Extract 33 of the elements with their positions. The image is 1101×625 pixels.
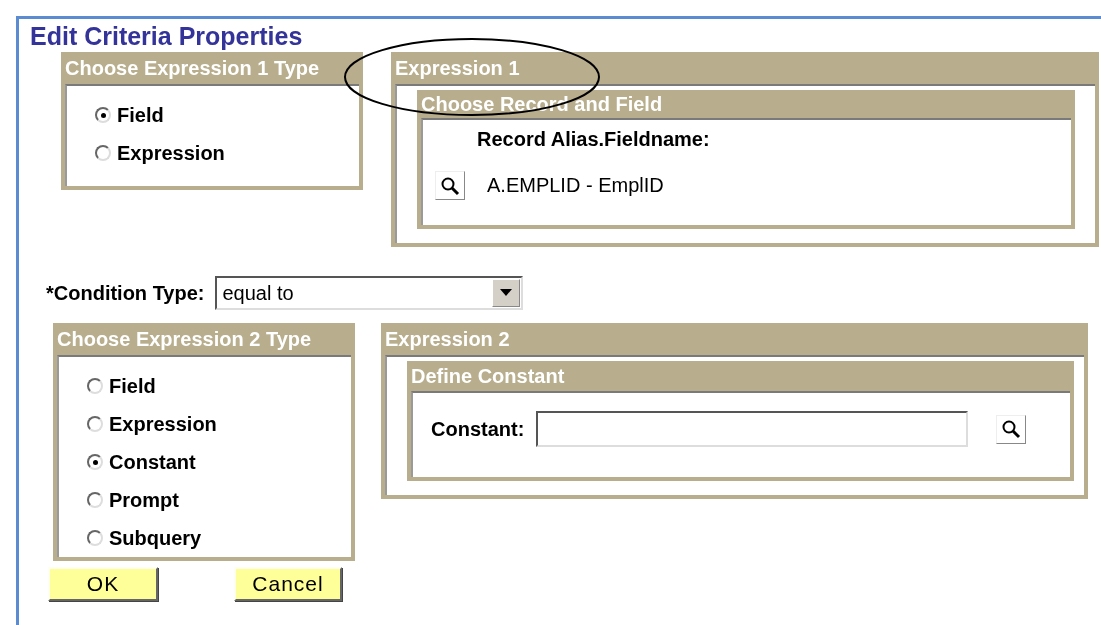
field-label: Record Alias.Fieldname: bbox=[477, 128, 710, 151]
lookup-button[interactable] bbox=[435, 171, 465, 200]
radio-label: Field bbox=[117, 103, 164, 127]
radio-button[interactable] bbox=[87, 492, 103, 508]
radio-label: Expression bbox=[117, 141, 225, 165]
page-title: Edit Criteria Properties bbox=[29, 21, 304, 51]
radio-button[interactable] bbox=[87, 378, 103, 394]
panel-title: Expression 1 bbox=[395, 56, 521, 81]
radio-button[interactable] bbox=[95, 145, 111, 161]
condition-label: *Condition Type: bbox=[46, 281, 205, 305]
condition-select[interactable]: equal to bbox=[214, 276, 523, 310]
radio-label: Constant bbox=[109, 450, 196, 474]
radio-button[interactable] bbox=[87, 530, 103, 546]
action-button[interactable]: Cancel bbox=[234, 567, 342, 601]
radio-button[interactable] bbox=[87, 416, 103, 432]
radio-label: Expression bbox=[109, 412, 217, 436]
radio-label: Field bbox=[109, 374, 156, 398]
action-button[interactable]: OK bbox=[48, 567, 158, 601]
panel-title: Choose Expression 1 Type bbox=[65, 56, 321, 81]
panel-title: Choose Expression 2 Type bbox=[57, 327, 313, 352]
field-value: A.EMPLID - EmplID bbox=[487, 174, 664, 197]
section-title: Define Constant bbox=[411, 364, 566, 389]
radio-label: Subquery bbox=[109, 526, 202, 550]
panel-title: Expression 2 bbox=[385, 327, 511, 352]
search-icon bbox=[1001, 419, 1022, 439]
constant-input[interactable] bbox=[536, 411, 969, 447]
lookup-button[interactable] bbox=[996, 414, 1027, 444]
search-icon bbox=[440, 175, 460, 196]
field-label: Constant: bbox=[431, 417, 525, 441]
radio-button[interactable] bbox=[95, 107, 111, 123]
radio-button[interactable] bbox=[87, 454, 103, 470]
radio-label: Prompt bbox=[109, 488, 179, 512]
caret-icon bbox=[491, 279, 520, 307]
